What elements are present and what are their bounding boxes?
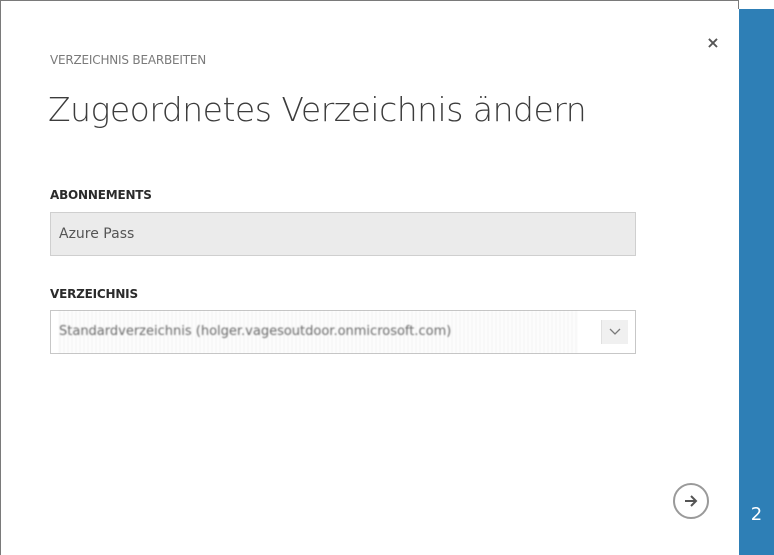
close-button[interactable]: × (704, 34, 722, 52)
directory-select[interactable]: Standardverzeichnis (holger.vagesoutdoor… (50, 310, 636, 354)
chevron-down-icon[interactable] (601, 320, 628, 344)
directory-label: VERZEICHNIS (50, 287, 138, 301)
dialog-border-left (0, 0, 1, 555)
dialog-border (0, 0, 739, 9)
subscriptions-value: Azure Pass (59, 226, 135, 242)
next-button[interactable] (673, 483, 709, 519)
page-title: Zugeordnetes Verzeichnis ändern (48, 90, 587, 129)
edit-directory-dialog: × VERZEICHNIS BEARBEITEN Zugeordnetes Ve… (0, 0, 774, 555)
step-number: 2 (750, 504, 763, 525)
close-icon: × (706, 33, 720, 52)
arrow-right-icon (685, 495, 698, 507)
directory-selected-value: Standardverzeichnis (holger.vagesoutdoor… (59, 311, 579, 353)
dialog-subtitle: VERZEICHNIS BEARBEITEN (50, 53, 207, 67)
subscriptions-field: Azure Pass (50, 212, 636, 256)
wizard-step-panel: 2 (739, 9, 774, 555)
subscriptions-label: ABONNEMENTS (50, 188, 152, 202)
